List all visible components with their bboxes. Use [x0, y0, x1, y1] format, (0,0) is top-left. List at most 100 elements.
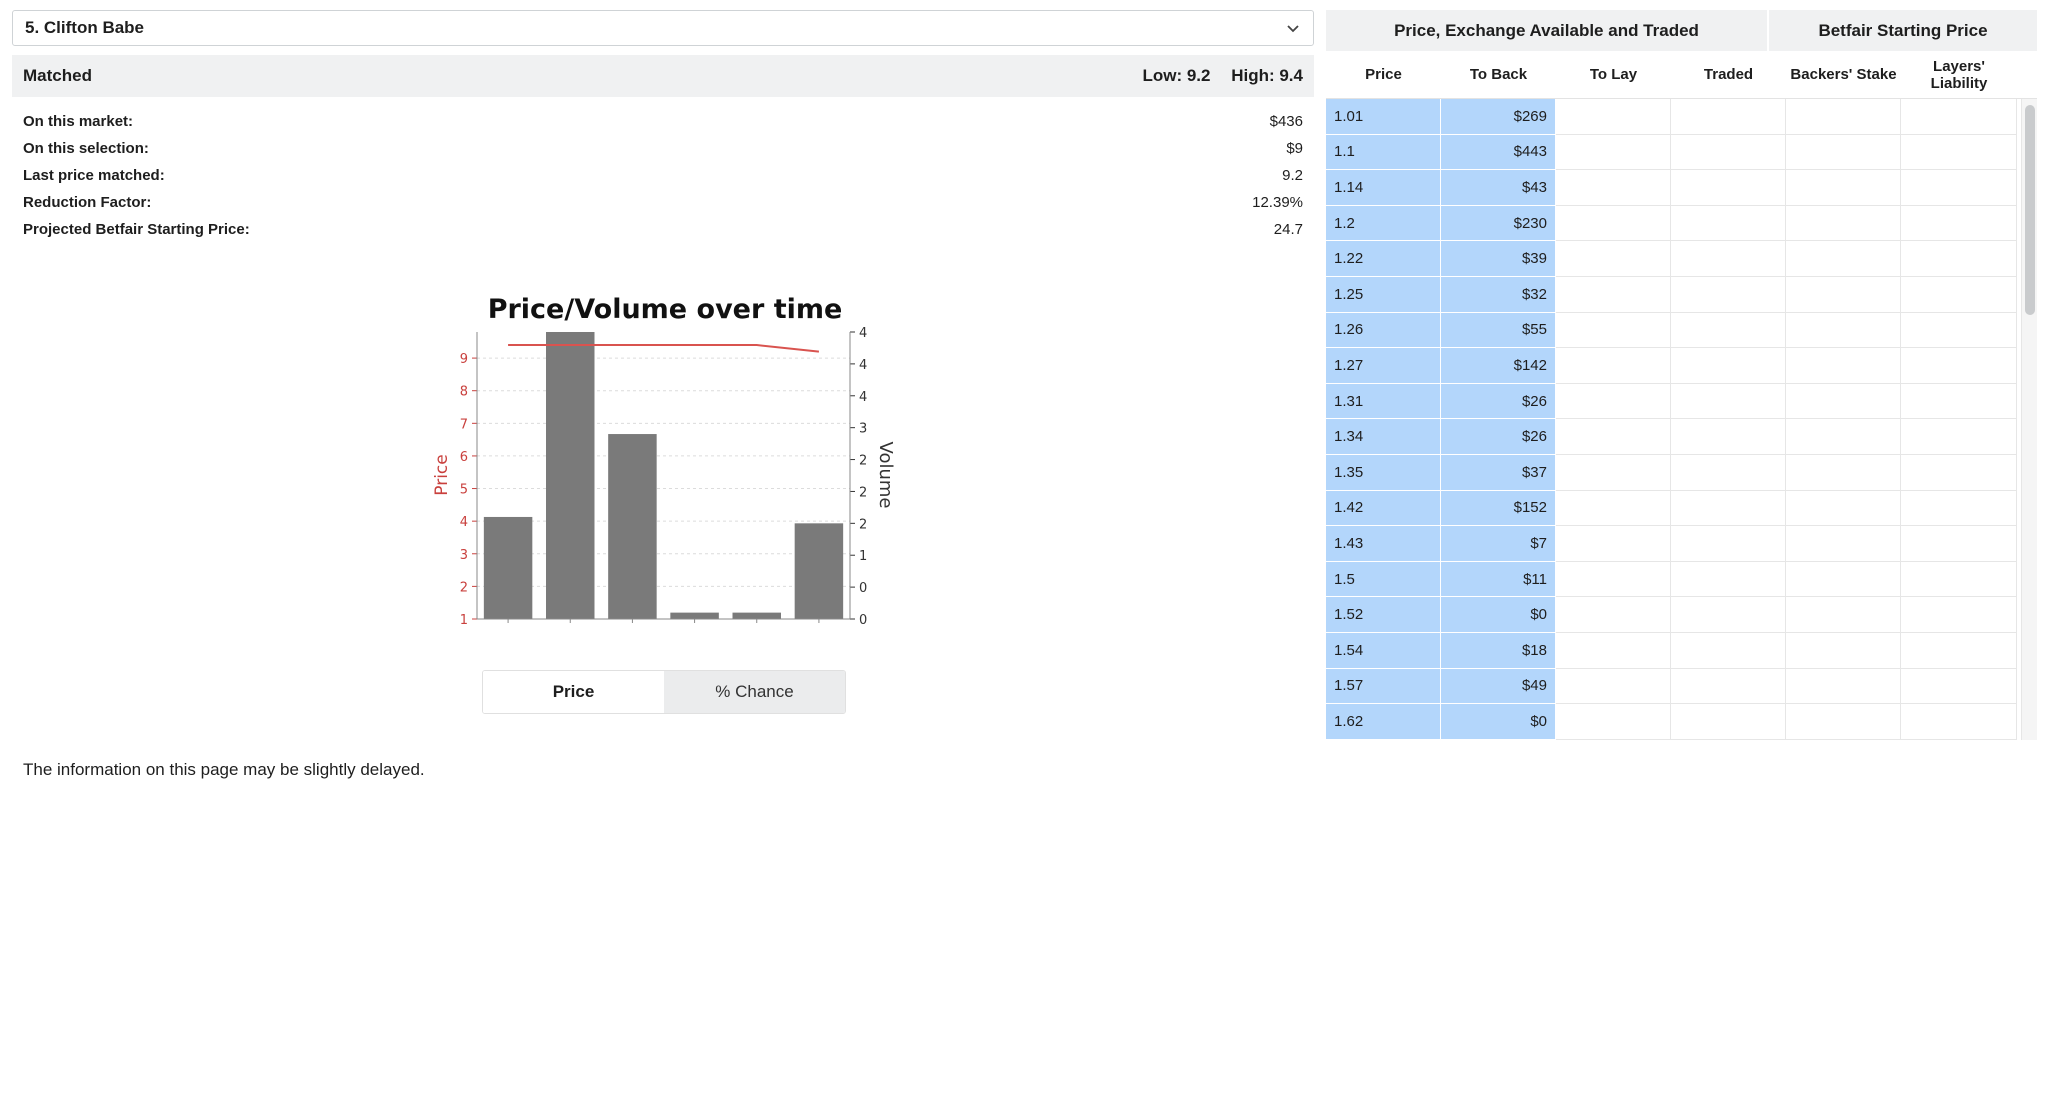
- to-back-cell[interactable]: $49: [1441, 668, 1556, 705]
- to-back-cell[interactable]: $18: [1441, 632, 1556, 669]
- backers-stake-cell: [1786, 668, 1901, 705]
- price-cell: 1.42: [1326, 490, 1441, 527]
- to-back-cell[interactable]: $11: [1441, 561, 1556, 598]
- layers-liability-cell: [1901, 454, 2017, 491]
- to-back-cell[interactable]: $443: [1441, 134, 1556, 171]
- to-lay-cell[interactable]: [1556, 170, 1671, 206]
- to-lay-cell[interactable]: [1556, 526, 1671, 562]
- scrollbar-thumb[interactable]: [2025, 105, 2035, 315]
- table-row: 1.1 $443: [1326, 134, 2037, 171]
- y-tick-label: 1: [460, 613, 468, 628]
- stats-list: On this market: $436 On this selection: …: [12, 108, 1314, 243]
- backers-stake-cell: [1786, 419, 1901, 455]
- to-back-cell[interactable]: $26: [1441, 383, 1556, 420]
- to-back-cell[interactable]: $142: [1441, 348, 1556, 384]
- table-row: 1.14 $43: [1326, 170, 2037, 206]
- backers-stake-cell: [1786, 561, 1901, 598]
- price-cell: 1.62: [1326, 704, 1441, 740]
- col-price: Price: [1365, 66, 1402, 83]
- selection-label: 5. Clifton Babe: [25, 18, 145, 37]
- chance-toggle-button[interactable]: % Chance: [664, 671, 845, 713]
- to-back-cell[interactable]: $152: [1441, 490, 1556, 527]
- chart-title: Price/Volume over time: [488, 294, 843, 325]
- backers-stake-cell: [1786, 526, 1901, 562]
- traded-cell: [1671, 170, 1786, 206]
- to-lay-cell[interactable]: [1556, 490, 1671, 527]
- y2-tick-label: 4: [859, 326, 867, 341]
- layers-liability-cell: [1901, 241, 2017, 277]
- volume-bar: [732, 612, 781, 619]
- price-toggle-button[interactable]: Price: [483, 671, 664, 713]
- price-volume-chart: Price/Volume over time 1 2 3 4 5 6 7 8 9 0 0 1 2 2 2 3 4…: [420, 285, 910, 660]
- to-lay-cell[interactable]: [1556, 99, 1671, 135]
- price-cell: 1.31: [1326, 383, 1441, 420]
- traded-cell: [1671, 276, 1786, 313]
- to-back-cell[interactable]: $37: [1441, 454, 1556, 491]
- backers-stake-cell: [1786, 490, 1901, 527]
- selection-dropdown[interactable]: 5. Clifton Babe: [12, 10, 1314, 46]
- to-lay-cell[interactable]: [1556, 134, 1671, 171]
- backers-stake-cell: [1786, 99, 1901, 135]
- ladder-rows: 1.01 $269 1.1 $443 1.14 $43 1.2 $230 1.22 $39 1.25…: [1326, 99, 2037, 740]
- volume-bar: [794, 523, 844, 619]
- traded-cell: [1671, 419, 1786, 455]
- price-cell: 1.52: [1326, 597, 1441, 633]
- to-lay-cell[interactable]: [1556, 454, 1671, 491]
- traded-cell: [1671, 561, 1786, 598]
- ladder-scrollbar[interactable]: [2021, 99, 2037, 740]
- to-lay-cell[interactable]: [1556, 383, 1671, 420]
- to-lay-cell[interactable]: [1556, 241, 1671, 277]
- to-back-cell[interactable]: $269: [1441, 99, 1556, 135]
- to-back-cell[interactable]: $7: [1441, 526, 1556, 562]
- layers-liability-cell: [1901, 205, 2017, 242]
- to-lay-cell[interactable]: [1556, 312, 1671, 349]
- traded-cell: [1671, 348, 1786, 384]
- price-cell: 1.1: [1326, 134, 1441, 171]
- exchange-group-header: Price, Exchange Available and Traded: [1326, 10, 1767, 51]
- price-cell: 1.27: [1326, 348, 1441, 384]
- selection-panel: 5. Clifton Babe Matched Low: 9.2 High: 9…: [12, 10, 1314, 243]
- stat-label: Last price matched:: [23, 167, 165, 184]
- price-cell: 1.14: [1326, 170, 1441, 206]
- y2-tick-label: 3: [859, 422, 867, 437]
- to-lay-cell[interactable]: [1556, 561, 1671, 598]
- y2-tick-label: 4: [859, 390, 867, 405]
- bsp-group-header: Betfair Starting Price: [1769, 10, 2037, 51]
- y2-tick-label: 4: [859, 358, 867, 373]
- to-back-cell[interactable]: $0: [1441, 704, 1556, 740]
- stat-value: $436: [1269, 113, 1303, 130]
- table-row: 1.2 $230: [1326, 205, 2037, 242]
- backers-stake-cell: [1786, 704, 1901, 740]
- to-lay-cell[interactable]: [1556, 276, 1671, 313]
- traded-cell: [1671, 134, 1786, 171]
- table-row: 1.35 $37: [1326, 454, 2037, 491]
- to-back-cell[interactable]: $0: [1441, 597, 1556, 633]
- to-back-cell[interactable]: $39: [1441, 241, 1556, 277]
- to-lay-cell[interactable]: [1556, 668, 1671, 705]
- layers-liability-cell: [1901, 134, 2017, 171]
- to-back-cell[interactable]: $26: [1441, 419, 1556, 455]
- stat-value: 9.2: [1282, 167, 1303, 184]
- ladder-column-headers: Price To Back To Lay Traded Backers' Sta…: [1326, 51, 2037, 99]
- to-lay-cell[interactable]: [1556, 704, 1671, 740]
- to-lay-cell[interactable]: [1556, 597, 1671, 633]
- y-tick-label: 9: [460, 352, 468, 367]
- price-cell: 1.54: [1326, 632, 1441, 669]
- layers-liability-cell: [1901, 597, 2017, 633]
- to-back-cell[interactable]: $32: [1441, 276, 1556, 313]
- y-tick-label: 2: [460, 580, 468, 595]
- to-lay-cell[interactable]: [1556, 419, 1671, 455]
- to-lay-cell[interactable]: [1556, 205, 1671, 242]
- layers-liability-cell: [1901, 632, 2017, 669]
- to-lay-cell[interactable]: [1556, 632, 1671, 669]
- low-high-range: Low: 9.2 High: 9.4: [1126, 66, 1303, 86]
- backers-stake-cell: [1786, 632, 1901, 669]
- to-lay-cell[interactable]: [1556, 348, 1671, 384]
- ladder-group-headers: Price, Exchange Available and Traded Bet…: [1326, 10, 2037, 51]
- price-cell: 1.57: [1326, 668, 1441, 705]
- to-back-cell[interactable]: $43: [1441, 170, 1556, 206]
- table-row: 1.22 $39: [1326, 241, 2037, 277]
- to-back-cell[interactable]: $230: [1441, 205, 1556, 242]
- to-back-cell[interactable]: $55: [1441, 312, 1556, 349]
- table-row: 1.52 $0: [1326, 597, 2037, 633]
